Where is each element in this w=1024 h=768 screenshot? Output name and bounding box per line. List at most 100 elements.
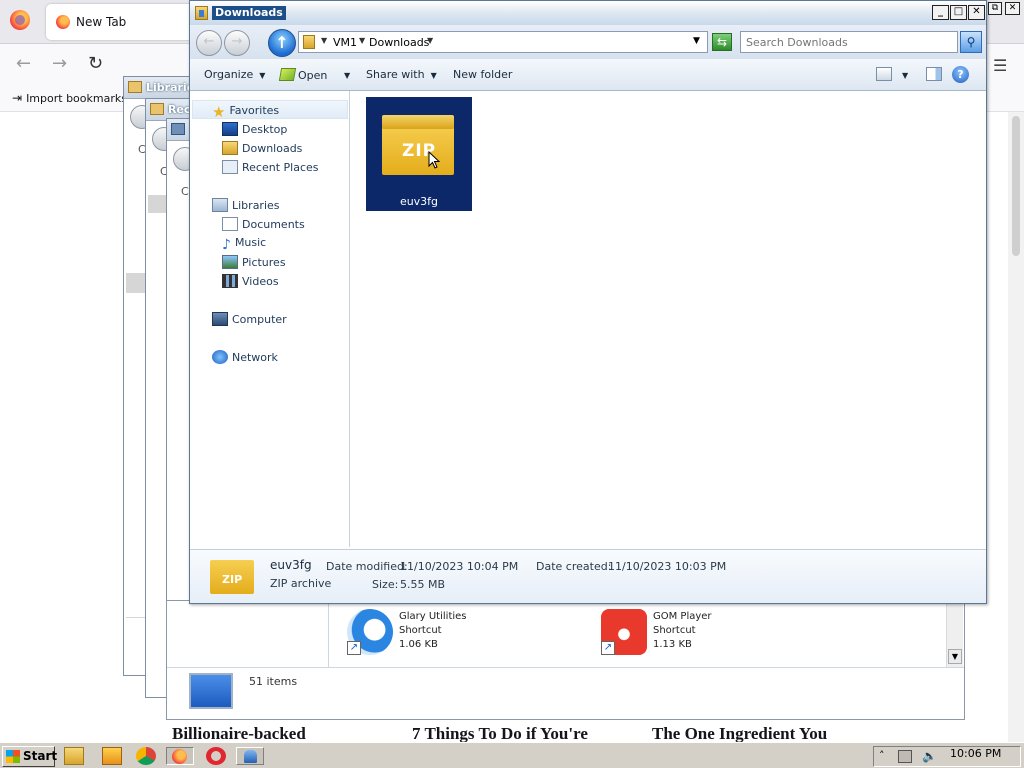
news-headline-3[interactable]: The One Ingredient You <box>652 724 827 744</box>
date-modified-value: 11/10/2023 10:04 PM <box>400 560 519 573</box>
navigation-pane: ★ Favorites Desktop Downloads Recent Plac… <box>190 91 350 547</box>
browser-tab-new-tab[interactable]: New Tab <box>46 4 196 40</box>
refresh-button[interactable]: ⇆ <box>712 33 732 51</box>
import-bookmarks-label: Import bookmarks... <box>26 92 138 105</box>
up-button[interactable]: ↑ <box>268 29 296 57</box>
zip-file-icon: ZIP <box>210 560 254 594</box>
chevron-up-icon[interactable]: ˄ <box>879 749 885 762</box>
libraries-content-pane[interactable]: ↗ Glary Utilities Shortcut 1.06 KB ↗ GOM… <box>166 600 965 720</box>
shortcut-name: Glary Utilities <box>399 611 467 622</box>
firefox-icon[interactable] <box>10 10 30 30</box>
network-tray-icon[interactable] <box>898 750 912 763</box>
opera-icon[interactable] <box>206 747 226 765</box>
back-button[interactable]: ← <box>196 30 222 56</box>
folder-icon <box>303 35 315 49</box>
divider <box>328 601 329 667</box>
star-icon: ★ <box>212 103 226 121</box>
network-icon <box>212 350 228 364</box>
forward-button[interactable]: → <box>224 30 250 56</box>
documents-icon <box>222 217 238 231</box>
organize-label: Organize <box>204 68 254 81</box>
help-icon[interactable]: ? <box>952 66 969 83</box>
shortcut-arrow-icon: ↗ <box>347 641 361 655</box>
file-list[interactable]: ZIP euv3fg <box>352 91 986 547</box>
share-with-label: Share with <box>366 68 425 81</box>
open-button[interactable]: Open <box>278 68 327 82</box>
nav-desktop[interactable]: Desktop <box>222 122 287 136</box>
maximize-button[interactable]: □ <box>950 5 967 20</box>
news-headline-1[interactable]: Billionaire-backed <box>172 724 306 744</box>
import-bookmarks-link[interactable]: ⇥ Import bookmarks... <box>12 91 137 105</box>
reload-icon[interactable]: ↻ <box>88 54 103 74</box>
nav-computer[interactable]: Computer <box>212 312 287 326</box>
back-arrow-icon[interactable]: ← <box>16 54 31 74</box>
date-created-value: 11/10/2023 10:03 PM <box>608 560 727 573</box>
open-icon <box>278 68 297 81</box>
command-bar: Organize ▼ Open ▼ Share with ▼ New folder … <box>190 59 986 91</box>
address-field[interactable]: ▼ VM1 ▼ Downloads ▼ ▼ <box>298 31 708 53</box>
music-icon: ♪ <box>222 237 231 253</box>
explorer-quicklaunch-icon[interactable] <box>64 747 84 765</box>
downloads-window[interactable]: Downloads _ □ ✕ ← → ↑ ▼ VM1 ▼ Downloads … <box>189 0 987 604</box>
search-input[interactable] <box>740 31 958 53</box>
nav-label: Favorites <box>229 104 280 117</box>
toolbar-letter: C <box>181 185 189 198</box>
nav-downloads[interactable]: Downloads <box>222 141 302 155</box>
page-scrollbar[interactable] <box>1008 112 1024 742</box>
computer-icon <box>171 123 185 135</box>
shortcut-arrow-icon: ↗ <box>601 641 615 655</box>
nav-libraries[interactable]: Libraries <box>212 198 280 212</box>
nav-pictures[interactable]: Pictures <box>222 255 286 269</box>
change-view-icon[interactable] <box>876 67 892 81</box>
open-dropdown[interactable]: ▼ <box>338 68 350 81</box>
app-taskbar-button[interactable] <box>236 747 264 765</box>
new-folder-button[interactable]: New folder <box>453 68 512 81</box>
breadcrumb-downloads[interactable]: Downloads <box>369 36 429 49</box>
breadcrumb-separator[interactable]: ▼ <box>321 36 327 45</box>
volume-muted-icon[interactable]: 🔈 <box>922 749 937 763</box>
nav-documents[interactable]: Documents <box>222 217 305 231</box>
nav-favorites[interactable]: ★ Favorites <box>212 103 280 121</box>
nav-videos[interactable]: Videos <box>222 274 279 288</box>
clock[interactable]: 10:06 PM <box>950 747 1001 760</box>
breadcrumb-separator[interactable]: ▼ <box>427 36 433 45</box>
breadcrumb-separator[interactable]: ▼ <box>359 36 365 45</box>
close-button[interactable]: ✕ <box>968 5 985 20</box>
zip-lid <box>382 115 454 129</box>
start-button[interactable]: Start <box>2 746 58 767</box>
size-label: Size: <box>372 578 399 591</box>
chrome-icon[interactable] <box>136 747 156 765</box>
desktop-icon <box>222 122 238 136</box>
preview-pane-icon[interactable] <box>926 67 942 81</box>
file-item-euv3fg[interactable]: ZIP euv3fg <box>366 97 472 211</box>
forward-arrow-icon[interactable]: → <box>52 54 67 74</box>
window-titlebar[interactable]: Librarie <box>124 77 194 99</box>
address-history-dropdown[interactable]: ▼ <box>693 36 700 46</box>
share-with-button[interactable]: Share with ▼ <box>366 68 437 81</box>
view-options-dropdown[interactable]: ▼ <box>896 68 908 81</box>
menu-icon[interactable]: ☰ <box>993 56 1007 75</box>
nav-label: Downloads <box>242 142 303 155</box>
file-name: euv3fg <box>399 195 439 208</box>
breadcrumb-vm1[interactable]: VM1 <box>333 36 357 49</box>
nav-recent-places[interactable]: Recent Places <box>222 160 319 174</box>
search-icon[interactable]: ⚲ <box>960 31 982 53</box>
nav-network[interactable]: Network <box>212 350 278 364</box>
scrollbar-thumb[interactable] <box>1012 116 1020 256</box>
restore-button[interactable]: ⧉ <box>988 2 1002 15</box>
media-player-icon[interactable] <box>102 747 122 765</box>
size-value: 5.55 MB <box>400 578 446 591</box>
minimize-button[interactable]: _ <box>932 5 949 20</box>
nav-music[interactable]: ♪ Music <box>222 236 266 253</box>
organize-button[interactable]: Organize ▼ <box>204 68 265 81</box>
firefox-taskbar-button[interactable] <box>166 747 194 765</box>
tab-label: New Tab <box>76 15 127 29</box>
news-headline-2[interactable]: 7 Things To Do if You're <box>412 724 588 744</box>
shortcut-type: Shortcut <box>399 625 442 636</box>
window-titlebar[interactable]: Downloads _ □ ✕ <box>190 1 986 25</box>
browser-close-button[interactable]: ✕ <box>1005 2 1020 15</box>
start-label: Start <box>23 749 58 763</box>
scroll-down-button[interactable]: ▼ <box>948 649 962 664</box>
pictures-icon <box>222 255 238 269</box>
windows-logo-icon <box>6 750 20 763</box>
